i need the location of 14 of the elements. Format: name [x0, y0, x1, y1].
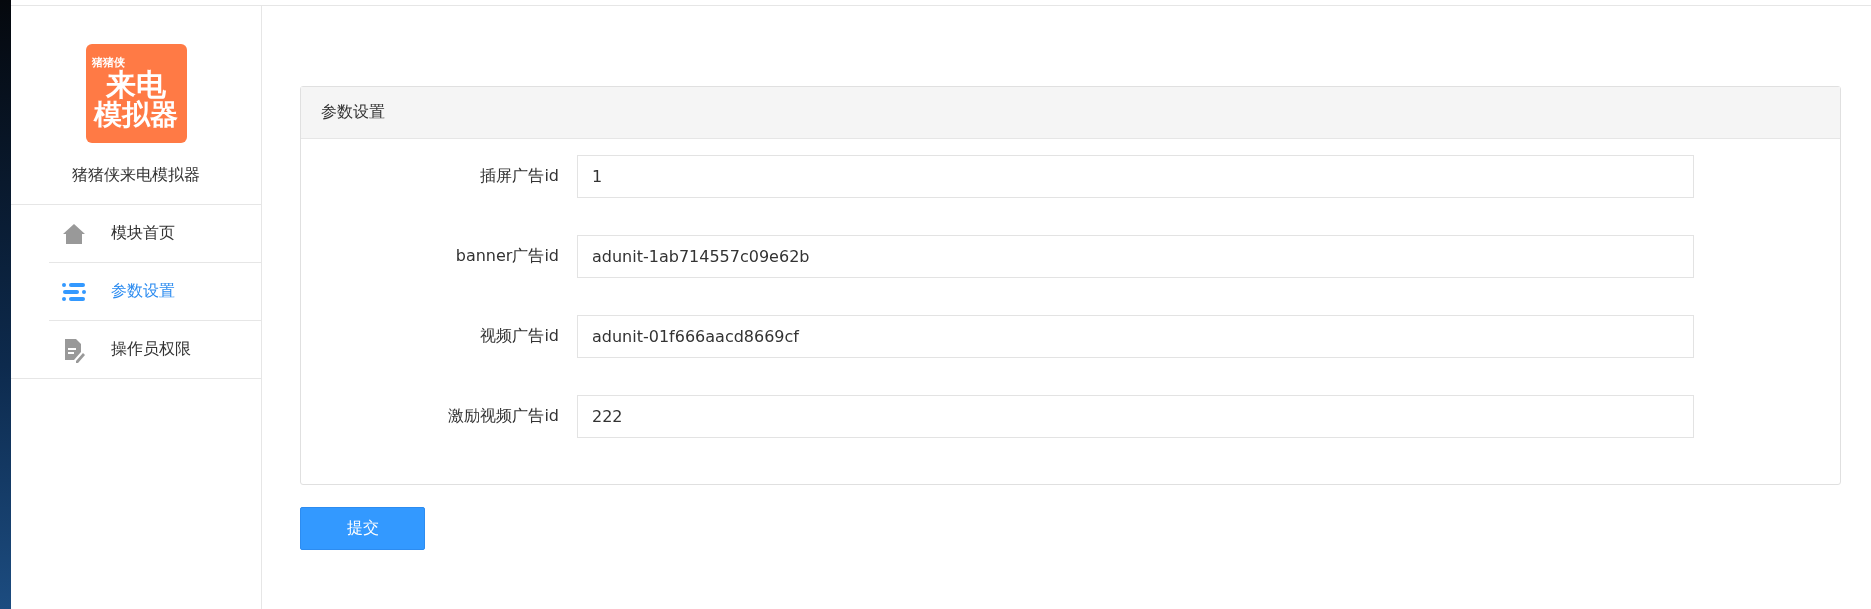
- sidebar-item[interactable]: 模块首页: [49, 205, 261, 263]
- field-label: 视频广告id: [479, 326, 560, 347]
- input-field[interactable]: adunit-1ab714557c09e62b: [577, 235, 1694, 278]
- app-logo: 猪猪侠 来电 模拟器: [85, 44, 187, 143]
- field-label: 激励视频广告id: [447, 406, 560, 427]
- sidebar-item[interactable]: 操作员权限: [11, 321, 261, 379]
- field-label: banner广告id: [454, 246, 560, 267]
- input-field[interactable]: 1: [577, 155, 1694, 198]
- input-field[interactable]: 222: [577, 395, 1694, 438]
- sidebar-item[interactable]: 参数设置: [49, 263, 261, 321]
- panel-title: 参数设置: [301, 87, 1840, 139]
- field-label: 插屏广告id: [479, 166, 560, 187]
- app-name: 猪猪侠来电模拟器: [72, 165, 200, 186]
- input-field[interactable]: adunit-01f666aacd8669cf: [577, 315, 1694, 358]
